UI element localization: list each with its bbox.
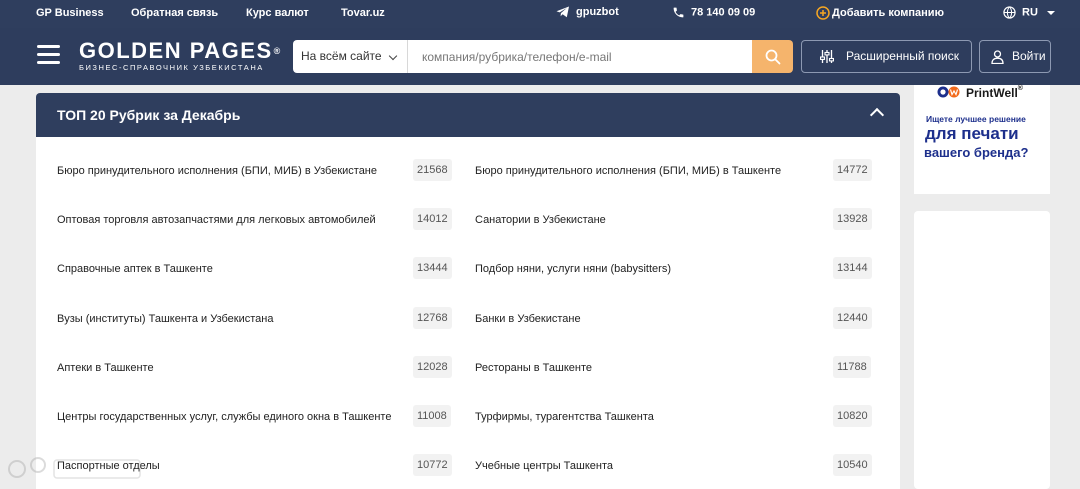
rubric-count: 12440 — [833, 307, 872, 329]
login-label: Войти — [1012, 49, 1046, 63]
add-company-link[interactable]: Добавить компанию — [816, 6, 944, 20]
rubric-count: 13928 — [833, 208, 872, 230]
top-rubrics-header[interactable]: ТОП 20 Рубрик за Декабрь — [36, 93, 900, 137]
rubric-link[interactable]: Оптовая торговля автозапчастями для легк… — [57, 214, 376, 226]
rubric-count: 13444 — [413, 257, 452, 279]
ad-tagline: Ищете лучшее решение — [926, 114, 1026, 124]
logo-registered-mark: ® — [273, 46, 282, 56]
rubric-link[interactable]: Бюро принудительного исполнения (БПИ, МИ… — [475, 165, 781, 177]
rubric-count: 10820 — [833, 405, 872, 427]
advanced-search-button[interactable]: Расширенный поиск — [801, 40, 972, 73]
language-code: RU — [1022, 6, 1038, 19]
printwell-ad-banner[interactable]: PrintWell® Ищете лучшее решение для печа… — [914, 85, 1050, 194]
add-circle-icon — [816, 6, 830, 20]
search-scope-value: На всём сайте — [301, 49, 382, 63]
search-button[interactable] — [752, 40, 793, 73]
top-bar: GP Business Обратная связь Курс валют To… — [0, 0, 1080, 28]
rubric-count: 12768 — [413, 307, 452, 329]
link-currency-rates[interactable]: Курс валют — [246, 7, 309, 19]
rubric-row: Аптеки в Ташкенте 12028 Рестораны в Ташк… — [36, 356, 900, 386]
printwell-brand: PrintWell — [966, 86, 1018, 100]
main-header: GOLDEN PAGES® БИЗНЕС-СПРАВОЧНИК УЗБЕКИСТ… — [0, 28, 1080, 85]
phone-number: 78 140 09 09 — [691, 6, 756, 19]
telegram-link[interactable]: gpuzbot — [556, 6, 619, 18]
ad-subline: вашего бренда? — [924, 145, 1029, 160]
rubric-row: Справочные аптек в Ташкенте 13444 Подбор… — [36, 257, 900, 287]
rubric-count: 12028 — [413, 356, 452, 378]
printwell-registered-mark: ® — [1017, 85, 1023, 92]
telegram-icon — [556, 6, 569, 18]
rubric-link[interactable]: Бюро принудительного исполнения (БПИ, МИ… — [57, 165, 377, 177]
rubric-count: 14772 — [833, 159, 872, 181]
site-logo[interactable]: GOLDEN PAGES® БИЗНЕС-СПРАВОЧНИК УЗБЕКИСТ… — [79, 39, 282, 73]
rubric-row: Оптовая торговля автозапчастями для легк… — [36, 208, 900, 238]
advanced-search-label: Расширенный поиск — [846, 49, 959, 63]
rubric-link[interactable]: Учебные центры Ташкента — [475, 460, 613, 472]
rubric-link[interactable]: Турфирмы, турагентства Ташкента — [475, 411, 654, 423]
login-button[interactable]: Войти — [979, 40, 1051, 73]
menu-icon[interactable] — [37, 45, 60, 65]
language-selector[interactable]: RU — [1003, 6, 1055, 19]
rubric-row: Вузы (институты) Ташкента и Узбекистана … — [36, 307, 900, 337]
search-icon — [765, 49, 781, 65]
chevron-down-icon — [388, 51, 398, 61]
top-rubrics-title: ТОП 20 Рубрик за Декабрь — [57, 107, 241, 123]
add-company-label: Добавить компанию — [832, 6, 944, 19]
link-feedback[interactable]: Обратная связь — [131, 7, 218, 19]
rubric-row: Паспортные отделы 10772 Учебные центры Т… — [36, 454, 900, 484]
link-tovar-uz[interactable]: Tovar.uz — [341, 7, 385, 19]
rubric-link[interactable]: Рестораны в Ташкенте — [475, 362, 592, 374]
top-rubrics-panel: ТОП 20 Рубрик за Декабрь Бюро принудител… — [36, 93, 900, 489]
rubric-link[interactable]: Аптеки в Ташкенте — [57, 362, 154, 374]
search-scope-dropdown[interactable]: На всём сайте — [293, 40, 408, 73]
chevron-up-icon[interactable] — [869, 107, 885, 123]
rubric-count: 21568 — [413, 159, 452, 181]
logo-subtitle: БИЗНЕС-СПРАВОЧНИК УЗБЕКИСТАНА — [79, 63, 264, 72]
telegram-handle: gpuzbot — [576, 6, 619, 18]
rubric-link[interactable]: Справочные аптек в Ташкенте — [57, 263, 213, 275]
caret-down-icon — [1046, 10, 1055, 15]
rubric-count: 13144 — [833, 257, 872, 279]
printwell-logo: PrintWell® — [937, 85, 1023, 100]
rubric-count: 10540 — [833, 454, 872, 476]
search-input[interactable] — [408, 40, 752, 73]
rubric-link[interactable]: Подбор няни, услуги няни (babysitters) — [475, 263, 671, 275]
rubric-row: Центры государственных услуг, службы еди… — [36, 405, 900, 435]
logo-title: GOLDEN PAGES — [79, 38, 273, 63]
rubric-count: 14012 — [413, 208, 452, 230]
ad-headline: для печати — [925, 124, 1019, 143]
ad-placeholder — [914, 211, 1050, 489]
watermark-logo — [8, 457, 141, 479]
sliders-icon — [820, 50, 834, 63]
rubric-count: 11788 — [833, 356, 871, 378]
user-icon — [991, 50, 1004, 64]
printwell-logo-icon — [937, 86, 960, 98]
rubric-count: 10772 — [413, 454, 452, 476]
rubric-count: 11008 — [413, 405, 451, 427]
rubric-row: Бюро принудительного исполнения (БПИ, МИ… — [36, 159, 900, 189]
link-gp-business[interactable]: GP Business — [36, 7, 104, 19]
phone-icon — [673, 7, 684, 18]
rubric-link[interactable]: Вузы (институты) Ташкента и Узбекистана — [57, 313, 273, 325]
rubric-link[interactable]: Санатории в Узбекистане — [475, 214, 606, 226]
rubric-link[interactable]: Банки в Узбекистане — [475, 313, 581, 325]
phone-link[interactable]: 78 140 09 09 — [672, 6, 755, 19]
globe-icon — [1003, 6, 1016, 19]
rubric-link[interactable]: Центры государственных услуг, службы еди… — [57, 411, 391, 423]
